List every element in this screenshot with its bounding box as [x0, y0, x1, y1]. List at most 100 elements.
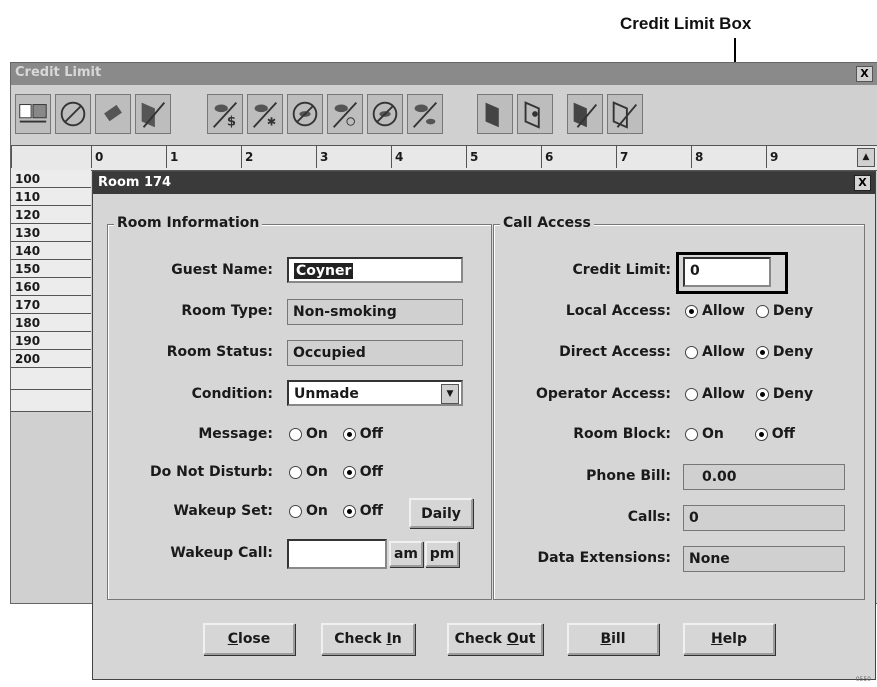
message-on-option[interactable]: On — [289, 426, 328, 442]
phone-blocked-tool-icon[interactable] — [287, 94, 323, 134]
guest-name-label: Guest Name: — [171, 262, 273, 278]
off-label: Off — [771, 426, 795, 442]
no-access-tool-icon[interactable] — [55, 94, 91, 134]
condition-select[interactable]: Unmade ▼ — [287, 380, 463, 406]
room-row[interactable]: 150 — [11, 260, 91, 278]
room-row[interactable]: 190 — [11, 332, 91, 350]
calls-field: 0 — [683, 505, 845, 531]
ruler-label: 6 — [541, 146, 617, 168]
daily-button[interactable]: Daily — [409, 498, 473, 528]
operator-access-label: Operator Access: — [535, 386, 671, 402]
room-type-field: Non-smoking — [287, 299, 463, 325]
door-cleaned-tool-icon[interactable] — [567, 94, 603, 134]
phone-wake-tool-icon[interactable] — [407, 94, 443, 134]
phone-money-tool-icon[interactable]: $ — [207, 94, 243, 134]
room-block-label: Room Block: — [573, 426, 671, 442]
room-row[interactable]: 160 — [11, 278, 91, 296]
on-label: On — [702, 426, 724, 442]
chevron-down-icon[interactable]: ▼ — [441, 384, 459, 404]
on-label: On — [306, 464, 328, 480]
room-row[interactable]: 100 — [11, 170, 91, 188]
room-row[interactable] — [11, 368, 91, 390]
room-row[interactable]: 120 — [11, 206, 91, 224]
local-allow-option[interactable]: Allow — [685, 303, 745, 319]
room-type-label: Room Type: — [181, 303, 273, 319]
room-row[interactable]: 140 — [11, 242, 91, 260]
dnd-radio-group: On Off — [289, 464, 393, 480]
check-in-button[interactable]: Check In — [321, 623, 415, 655]
ruler-label: 3 — [316, 146, 392, 168]
direct-allow-option[interactable]: Allow — [685, 344, 745, 360]
room-block-off-option[interactable]: Off — [754, 426, 795, 442]
radio-icon[interactable] — [685, 387, 698, 401]
room-row[interactable]: 180 — [11, 314, 91, 332]
phone-star-tool-icon[interactable]: ✱ — [247, 94, 283, 134]
svg-text:$: $ — [227, 114, 236, 129]
data-extensions-label: Data Extensions: — [537, 550, 671, 566]
room-row[interactable]: 170 — [11, 296, 91, 314]
local-deny-option[interactable]: Deny — [755, 303, 814, 319]
scroll-up-icon[interactable]: ▲ — [857, 148, 875, 167]
radio-selected-icon[interactable] — [754, 427, 768, 441]
off-label: Off — [359, 503, 383, 519]
wakeup-radio-group: On Off — [289, 503, 393, 519]
room-grid-tool-icon[interactable] — [15, 94, 51, 134]
dnd-on-option[interactable]: On — [289, 464, 328, 480]
radio-selected-icon[interactable] — [755, 387, 769, 401]
direct-deny-option[interactable]: Deny — [755, 344, 813, 360]
radio-selected-icon[interactable] — [685, 304, 698, 318]
phone-call-tool-icon[interactable] — [367, 94, 403, 134]
dialog-close-button[interactable]: X — [854, 175, 871, 191]
room-row[interactable] — [11, 390, 91, 412]
room-status-label: Room Status: — [166, 344, 273, 360]
outer-close-button[interactable]: X — [856, 66, 873, 82]
radio-icon[interactable] — [289, 465, 302, 479]
radio-icon[interactable] — [685, 345, 698, 359]
bill-button[interactable]: Bill — [567, 623, 659, 655]
radio-icon[interactable] — [755, 304, 769, 318]
door-open-tool-icon[interactable] — [477, 94, 513, 134]
wakeup-on-option[interactable]: On — [289, 503, 328, 519]
help-button[interactable]: Help — [683, 623, 775, 655]
am-button[interactable]: am — [389, 541, 423, 567]
door-tool-icon[interactable] — [135, 94, 171, 134]
check-out-button[interactable]: Check Out — [447, 623, 543, 655]
dnd-off-option[interactable]: Off — [342, 464, 383, 480]
deny-label: Deny — [772, 386, 814, 402]
ruler-label: 5 — [466, 146, 542, 168]
pm-button[interactable]: pm — [425, 541, 459, 567]
radio-icon[interactable] — [289, 504, 302, 518]
ruler-label: 9 — [766, 146, 842, 168]
guest-name-input[interactable]: Coyner — [287, 257, 463, 283]
wakeup-off-option[interactable]: Off — [342, 503, 383, 519]
room-row[interactable]: 200 — [11, 350, 91, 368]
room-block-on-option[interactable]: On — [685, 426, 724, 442]
room-row[interactable]: 130 — [11, 224, 91, 242]
eraser-tool-icon[interactable] — [95, 94, 131, 134]
ruler: 0 1 2 3 4 5 6 7 8 9 ▲ — [11, 145, 877, 171]
condition-label: Condition: — [191, 386, 273, 402]
phone-operator-tool-icon[interactable] — [327, 94, 363, 134]
operator-deny-option[interactable]: Deny — [755, 386, 814, 402]
radio-icon[interactable] — [685, 427, 698, 441]
close-button[interactable]: Close — [203, 623, 295, 655]
radio-selected-icon[interactable] — [342, 465, 356, 479]
operator-allow-option[interactable]: Allow — [685, 386, 745, 402]
radio-selected-icon[interactable] — [342, 504, 356, 518]
radio-selected-icon[interactable] — [755, 345, 769, 359]
radio-selected-icon[interactable] — [342, 427, 356, 441]
off-label: Off — [359, 464, 383, 480]
message-off-option[interactable]: Off — [342, 426, 383, 442]
ruler-label: 1 — [166, 146, 242, 168]
wakeup-call-input[interactable] — [287, 539, 387, 569]
room-row[interactable]: 110 — [11, 188, 91, 206]
local-access-label: Local Access: — [565, 303, 671, 319]
credit-limit-callout-box — [676, 252, 788, 294]
door-inspect-tool-icon[interactable] — [607, 94, 643, 134]
svg-text:✱: ✱ — [267, 114, 277, 128]
room-block-radio-group: On Off — [685, 426, 805, 442]
outer-window-title: Credit Limit — [15, 65, 102, 80]
deny-label: Deny — [772, 303, 814, 319]
radio-icon[interactable] — [289, 427, 302, 441]
door-key-tool-icon[interactable] — [517, 94, 553, 134]
